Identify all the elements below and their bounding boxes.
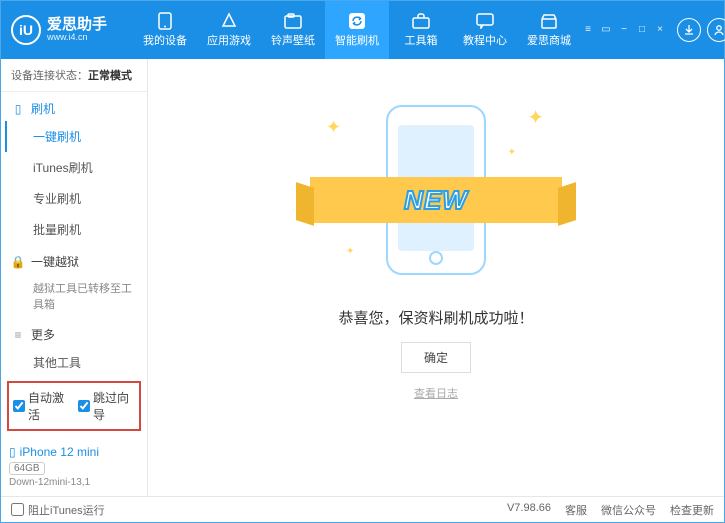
folder-icon [284, 12, 302, 30]
jailbreak-note: 越狱工具已转移至工具箱 [5, 274, 147, 318]
sidebar: 设备连接状态：正常模式 ▯ 刷机 一键刷机 iTunes刷机 专业刷机 批量刷机… [1, 59, 148, 496]
success-message: 恭喜您，保资料刷机成功啦！ [338, 307, 533, 328]
logo-icon: iU [11, 15, 41, 45]
menu-button[interactable]: ≡ [581, 24, 595, 36]
sidebar-item-itunes[interactable]: iTunes刷机 [5, 152, 147, 183]
sidebar-item-pro[interactable]: 专业刷机 [5, 183, 147, 214]
logo-area: iU 爱思助手 www.i4.cn [11, 15, 129, 45]
sidebar-item-oneclick[interactable]: 一键刷机 [5, 121, 147, 152]
nav-tab-store[interactable]: 爱思商城 [517, 1, 581, 59]
lock-icon: 🔒 [11, 255, 25, 269]
ok-button[interactable]: 确定 [401, 342, 471, 373]
device-storage: 64GB [9, 462, 45, 475]
nav-tab-apps[interactable]: 应用游戏 [197, 1, 261, 59]
success-illustration: ✦ ✦ ✦ ✦ NEW [316, 87, 556, 287]
nav-tab-tutorial[interactable]: 教程中心 [453, 1, 517, 59]
service-link[interactable]: 客服 [565, 502, 587, 518]
device-info[interactable]: ▯ iPhone 12 mini 64GB Down-12mini-13,1 [1, 439, 147, 496]
user-button[interactable] [707, 18, 725, 42]
new-banner: NEW [310, 177, 562, 223]
block-itunes-checkbox[interactable]: 阻止iTunes运行 [11, 502, 105, 518]
app-url: www.i4.cn [47, 33, 107, 43]
phone-small-icon: ▯ [11, 102, 25, 116]
sidebar-section-jailbreak[interactable]: 🔒 一键越狱 [1, 245, 147, 274]
user-icon [713, 24, 725, 36]
nav-tab-flash[interactable]: 智能刷机 [325, 1, 389, 59]
nav-tab-device[interactable]: 我的设备 [133, 1, 197, 59]
sidebar-options: 自动激活 跳过向导 [7, 381, 141, 431]
compact-button[interactable]: ▭ [599, 24, 613, 36]
sidebar-section-more[interactable]: ≡ 更多 [1, 318, 147, 347]
sidebar-item-other[interactable]: 其他工具 [5, 347, 147, 377]
version-label: V7.98.66 [507, 502, 551, 518]
auto-activate-checkbox[interactable]: 自动激活 [13, 389, 70, 423]
check-update-link[interactable]: 检查更新 [670, 502, 714, 518]
minimize-button[interactable]: − [617, 24, 631, 36]
device-phone-icon: ▯ [9, 445, 16, 459]
main-area: ✦ ✦ ✦ ✦ NEW 恭喜您，保资料刷机成功啦！ 确定 查看日志 [148, 59, 724, 496]
titlebar-right: ≡ ▭ − □ × [581, 18, 725, 42]
more-icon: ≡ [11, 328, 25, 342]
nav-tab-ringtones[interactable]: 铃声壁纸 [261, 1, 325, 59]
device-model: Down-12mini-13,1 [9, 477, 139, 488]
download-icon [683, 24, 695, 36]
sidebar-section-flash[interactable]: ▯ 刷机 [1, 92, 147, 121]
skip-guide-checkbox[interactable]: 跳过向导 [78, 389, 135, 423]
app-title: 爱思助手 [47, 17, 107, 34]
nav-tab-toolbox[interactable]: 工具箱 [389, 1, 453, 59]
wechat-link[interactable]: 微信公众号 [601, 502, 656, 518]
close-button[interactable]: × [653, 24, 667, 36]
nav-tabs: 我的设备 应用游戏 铃声壁纸 智能刷机 工具箱 教程中心 爱思商城 [133, 1, 581, 59]
refresh-icon [348, 12, 366, 30]
store-icon [540, 12, 558, 30]
phone-icon [156, 12, 174, 30]
connection-status: 设备连接状态：正常模式 [1, 59, 147, 92]
device-name: iPhone 12 mini [20, 445, 99, 459]
maximize-button[interactable]: □ [635, 24, 649, 36]
sidebar-item-batch[interactable]: 批量刷机 [5, 214, 147, 245]
download-button[interactable] [677, 18, 701, 42]
apps-icon [220, 12, 238, 30]
chat-icon [476, 12, 494, 30]
titlebar: iU 爱思助手 www.i4.cn 我的设备 应用游戏 铃声壁纸 智能刷机 工具… [1, 1, 724, 59]
status-bar: 阻止iTunes运行 V7.98.66 客服 微信公众号 检查更新 [1, 496, 724, 522]
toolbox-icon [412, 12, 430, 30]
view-log-link[interactable]: 查看日志 [414, 385, 458, 401]
